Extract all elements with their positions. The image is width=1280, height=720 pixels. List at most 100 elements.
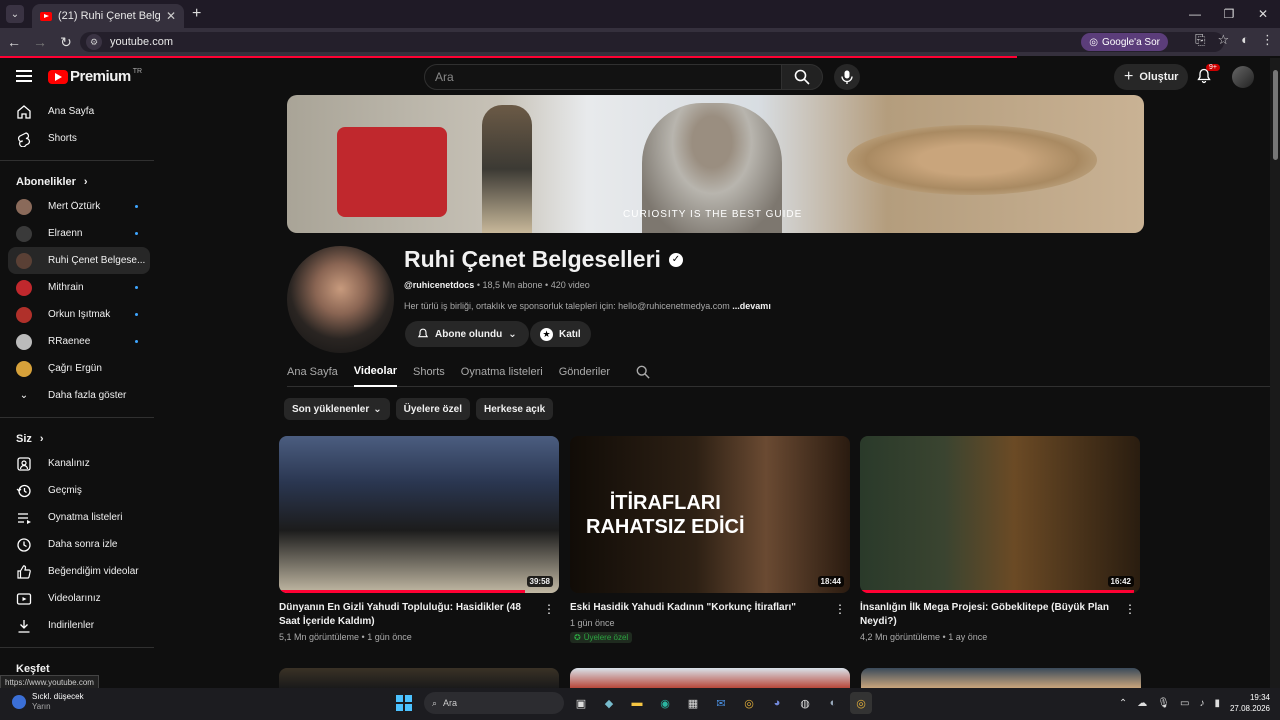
sidebar-item-channel[interactable]: Kanalınız [0, 450, 150, 477]
sidebar-subscription[interactable]: Çağrı Ergün [0, 355, 150, 382]
sidebar-subscription[interactable]: Elraenn [0, 220, 150, 247]
sidebar-item-shorts[interactable]: Shorts [0, 125, 150, 152]
sidebar-item-video[interactable]: Videolarınız [0, 585, 150, 612]
subscribed-button[interactable]: Abone olundu ⌄ [405, 321, 529, 347]
sidebar-item-home[interactable]: Ana Sayfa [0, 98, 150, 125]
file-explorer-icon[interactable]: ▬ [626, 692, 648, 714]
country-code: TR [132, 68, 143, 75]
taskbar-search[interactable]: ⌕ Ara [424, 692, 564, 714]
channel-description[interactable]: Her türlü iş birliği, ortaklık ve sponso… [404, 301, 771, 311]
filter-chip[interactable]: Üyelere özel [395, 398, 471, 420]
channel-tab[interactable]: Videolar [353, 357, 397, 387]
channel-tab[interactable]: Ana Sayfa [287, 357, 338, 387]
video-thumbnail[interactable]: 16:42 [860, 436, 1140, 593]
discord-icon[interactable]: ◕ [766, 692, 788, 714]
mail-icon[interactable]: ✉ [710, 692, 732, 714]
scrollbar-thumb[interactable] [1273, 70, 1278, 160]
forward-icon[interactable]: → [28, 34, 52, 50]
network-icon[interactable]: ▭ [1180, 698, 1189, 709]
channel-tab[interactable]: Oynatma listeleri [461, 357, 543, 387]
minimize-icon[interactable]: — [1178, 0, 1212, 28]
video-thumbnail[interactable]: İTİRAFLARI RAHATSIZ EDİCİ 18:44 [570, 436, 850, 593]
video-thumbnail[interactable] [570, 668, 850, 688]
channel-search-icon[interactable] [636, 357, 650, 386]
tab-search-dropdown[interactable]: ⌄ [6, 5, 24, 23]
browser-tab[interactable]: (21) Ruhi Çenet Belgeselleri - Yo ✕ [32, 4, 184, 28]
github-icon[interactable]: ◍ [794, 692, 816, 714]
video-title[interactable]: Dünyanın En Gizli Yahudi Topluluğu: Hasi… [279, 601, 541, 629]
reload-icon[interactable]: ↻ [54, 34, 78, 51]
sidebar-item-download[interactable]: İndirilenler [0, 612, 150, 639]
active-chrome-icon[interactable]: ◎ [850, 692, 872, 714]
subscriptions-header[interactable]: Abonelikler › [0, 171, 158, 193]
bookmark-star-icon[interactable]: ☆ [1217, 32, 1229, 48]
new-tab-button[interactable]: + [192, 5, 201, 23]
task-view-icon[interactable]: ▣ [570, 692, 592, 714]
search-input[interactable] [435, 70, 781, 84]
search-button[interactable] [781, 64, 823, 90]
sidebar-item-playlist[interactable]: Oynatma listeleri [0, 504, 150, 531]
sidebar-item-thumbs-up[interactable]: Beğendiğim videolar [0, 558, 150, 585]
profile-icon[interactable]: ◐ [1241, 32, 1249, 48]
cloud-icon[interactable]: ☁ [1137, 698, 1147, 709]
verified-check-icon: ✓ [668, 252, 683, 267]
close-window-icon[interactable]: ✕ [1246, 0, 1280, 28]
video-menu-kebab-icon[interactable]: ⋮ [1124, 602, 1136, 616]
edge-icon[interactable]: ◉ [654, 692, 676, 714]
create-button[interactable]: + Oluştur [1114, 64, 1189, 90]
windows-start-icon[interactable] [396, 695, 412, 711]
sidebar-subscription[interactable]: Ruhi Çenet Belgese... [8, 247, 150, 274]
hamburger-menu-icon[interactable] [16, 70, 32, 82]
google-sor-button[interactable]: ◎ Google'a Sor [1081, 33, 1168, 51]
menu-kebab-icon[interactable]: ⋮ [1261, 32, 1274, 48]
sidebar-item-clock[interactable]: Daha sonra izle [0, 531, 150, 558]
restore-icon[interactable]: ❐ [1212, 0, 1246, 28]
video-card[interactable]: İTİRAFLARI RAHATSIZ EDİCİ 18:44 Eski Hasidi… [570, 436, 850, 643]
youtube-premium-logo[interactable]: Premium TR [48, 68, 142, 85]
install-icon[interactable]: ⎘ [1195, 32, 1205, 48]
video-thumbnail[interactable] [279, 668, 559, 688]
mic-icon[interactable]: 🎙 [1157, 698, 1170, 709]
video-title[interactable]: İnsanlığın İlk Mega Projesi: Göbeklitepe… [860, 601, 1122, 629]
account-avatar[interactable] [1232, 66, 1254, 88]
scrollbar[interactable] [1270, 58, 1280, 688]
chevron-up-icon[interactable]: ⌃ [1119, 698, 1127, 709]
join-button[interactable]: ★ Katıl [530, 321, 591, 347]
sidebar-subscription[interactable]: RRaenee [0, 328, 150, 355]
video-card[interactable]: 39:58 Dünyanın En Gizli Yahudi Topluluğu:… [279, 436, 559, 642]
site-info-icon[interactable]: ⚙ [86, 34, 102, 50]
notifications-button[interactable]: 9+ [1196, 64, 1220, 87]
video-card[interactable]: 16:42 İnsanlığın İlk Mega Projesi: Göbekl… [860, 436, 1140, 642]
clock[interactable]: 19:34 27.08.2026 [1230, 692, 1270, 714]
more-link[interactable]: ...devamı [732, 301, 771, 311]
omnibox[interactable]: ⚙ youtube.com [80, 32, 1224, 52]
weather-widget[interactable]: Sıckl. düşecek Yarın [12, 692, 84, 712]
widgets-icon[interactable]: ◆ [598, 692, 620, 714]
battery-icon[interactable]: ▮ [1214, 698, 1220, 709]
sidebar-subscription[interactable]: Mithrain [0, 274, 150, 301]
show-more-button[interactable]: ⌄ Daha fazla göster [0, 382, 150, 409]
sidebar-item-history[interactable]: Geçmiş [0, 477, 150, 504]
filter-chip[interactable]: Son yüklenenler ⌄ [284, 398, 390, 420]
close-tab-icon[interactable]: ✕ [166, 9, 176, 23]
video-menu-kebab-icon[interactable]: ⋮ [543, 602, 555, 616]
chrome-icon[interactable]: ◎ [738, 692, 760, 714]
voice-search-button[interactable] [834, 64, 860, 90]
steam-icon[interactable]: ◐ [822, 692, 844, 714]
thumbs-up-icon [16, 564, 32, 580]
video-thumbnail[interactable] [861, 668, 1141, 688]
sidebar-subscription[interactable]: Mert Öztürk [0, 193, 150, 220]
sidebar-subscription[interactable]: Orkun Işıtmak [0, 301, 150, 328]
you-header[interactable]: Siz › [0, 428, 158, 450]
video-title[interactable]: Eski Hasidik Yahudi Kadının "Korkunç İti… [570, 601, 832, 615]
channel-avatar[interactable] [287, 246, 394, 353]
chevron-down-icon: ⌄ [19, 390, 29, 401]
volume-icon[interactable]: ♪ [1199, 698, 1204, 709]
channel-tab[interactable]: Gönderiler [559, 357, 610, 387]
channel-tab[interactable]: Shorts [413, 357, 445, 387]
back-icon[interactable]: ← [2, 34, 26, 50]
video-menu-kebab-icon[interactable]: ⋮ [834, 602, 846, 616]
filter-chip[interactable]: Herkese açık [476, 398, 554, 420]
store-icon[interactable]: ▦ [682, 692, 704, 714]
video-thumbnail[interactable]: 39:58 [279, 436, 559, 593]
